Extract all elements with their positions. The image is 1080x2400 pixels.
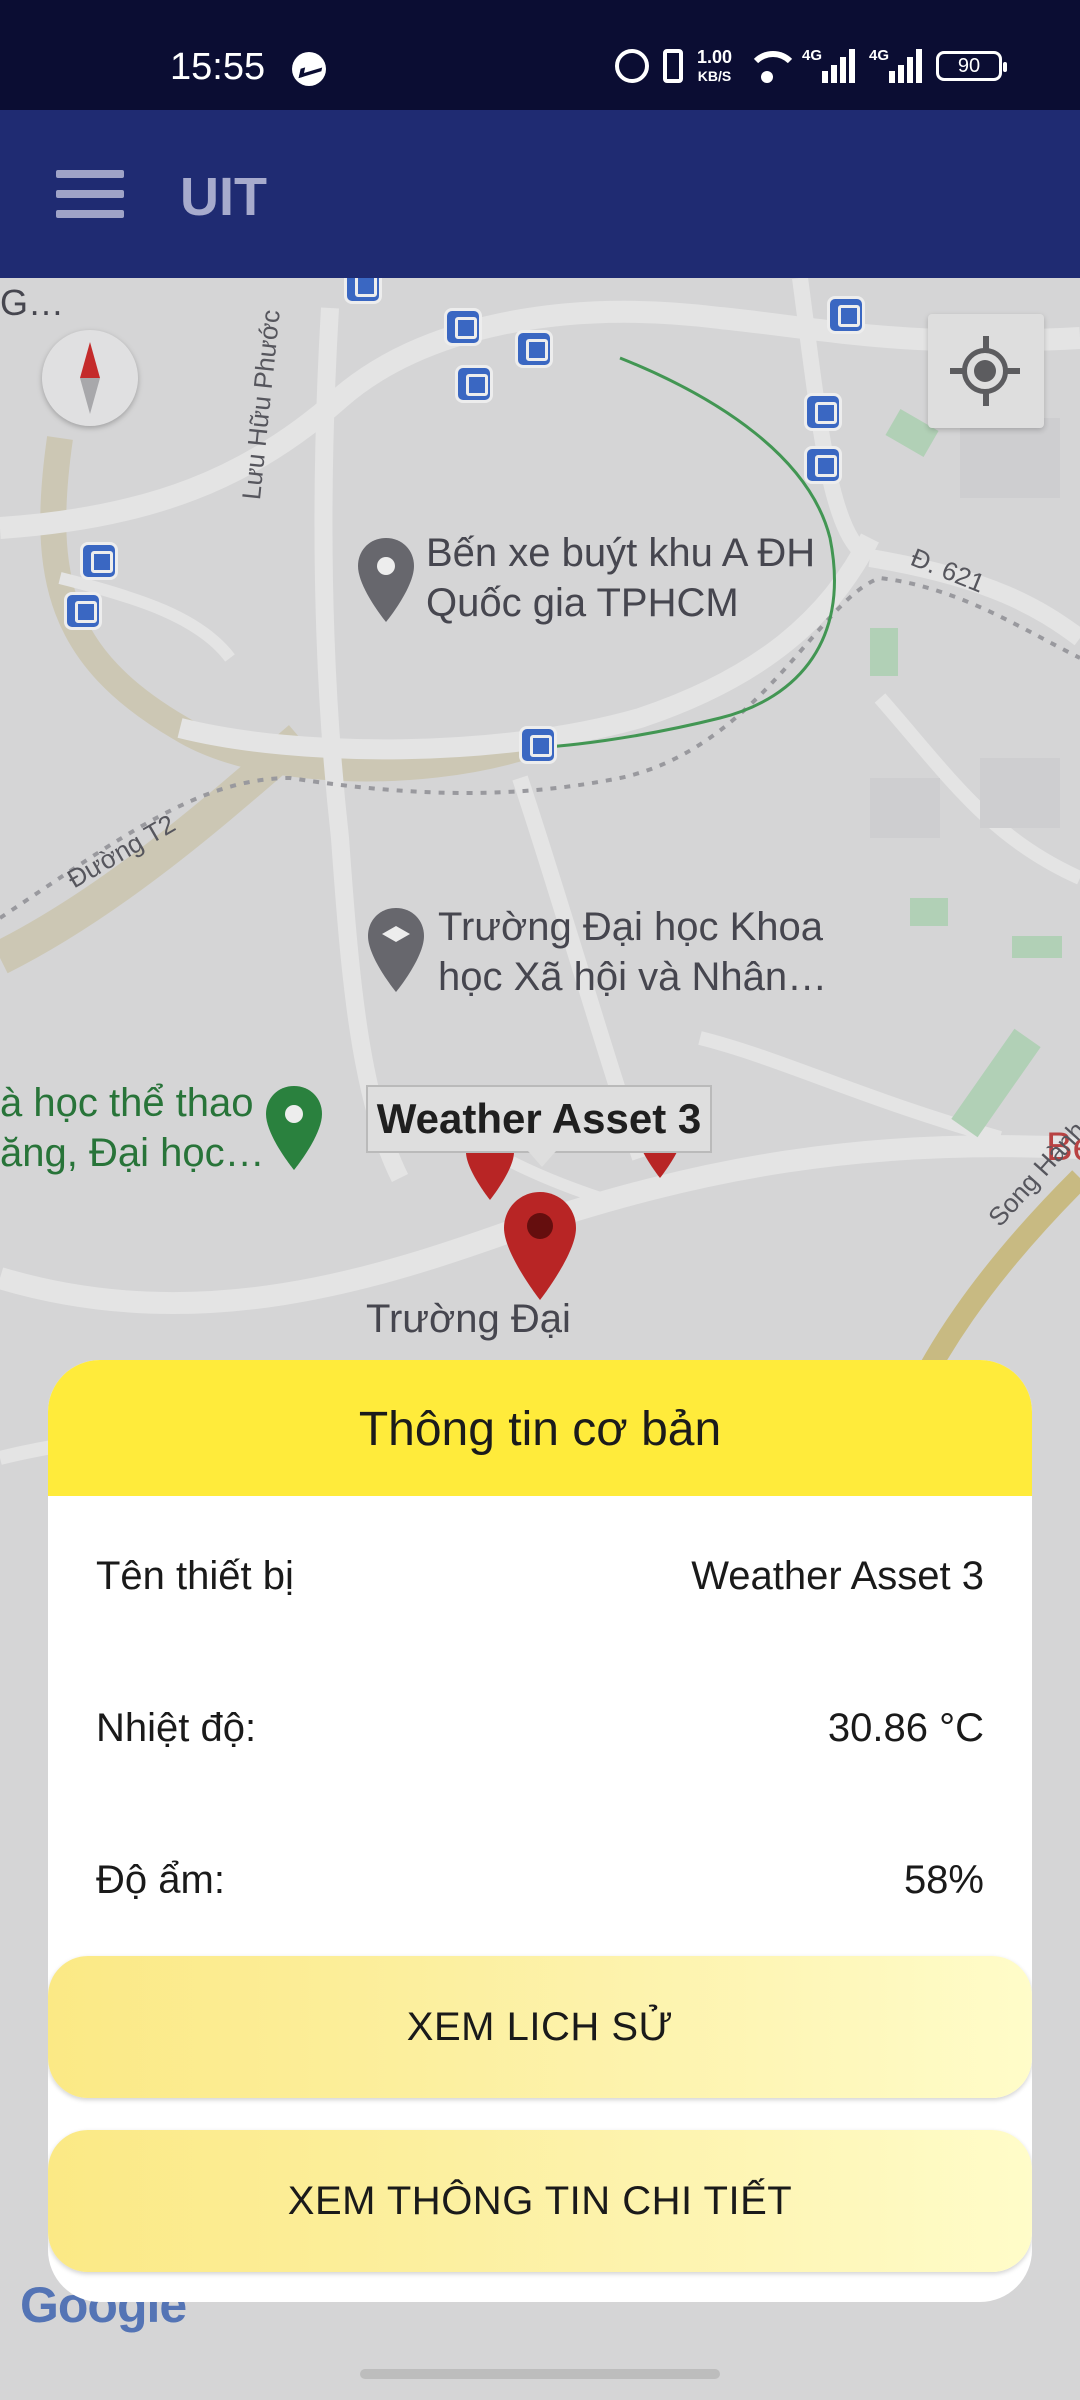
signal-sim2-icon: 4G xyxy=(869,47,922,83)
network-speed-unit: KB/S xyxy=(697,67,732,84)
app-title: UIT xyxy=(180,167,267,227)
sheet-title: Thông tin cơ bản xyxy=(48,1360,1032,1496)
network-speed-value: 1.00 xyxy=(696,46,732,67)
battery-icon: 90 xyxy=(936,51,1007,81)
humidity-value: 58% xyxy=(903,1857,984,1902)
messenger-icon xyxy=(292,52,326,86)
view-details-button[interactable]: XEM THÔNG TIN CHI TIẾT xyxy=(48,2130,1032,2272)
view-history-button[interactable]: XEM LICH SỬ xyxy=(48,1956,1032,2098)
signal-sim1-icon: 4G xyxy=(802,47,855,83)
device-name-row: Tên thiết bị Weather Asset 3 xyxy=(96,1546,984,1606)
sim2-network-type: 4G xyxy=(869,47,890,64)
wifi-icon xyxy=(746,51,800,83)
humidity-label: Độ ẩm: xyxy=(96,1857,225,1902)
alarm-icon xyxy=(614,49,649,83)
device-name-label: Tên thiết bị xyxy=(96,1553,294,1598)
app-bar: UIT xyxy=(0,110,1080,278)
status-bar: 15:55 1.00 KB/S 4G 4G 90 xyxy=(0,0,1080,110)
system-icons: 1.00 KB/S 4G 4G 90 xyxy=(614,44,1007,88)
humidity-row: Độ ẩm: 58% xyxy=(96,1850,984,1910)
network-speed: 1.00 KB/S xyxy=(697,48,732,85)
sim1-network-type: 4G xyxy=(802,47,823,64)
menu-icon[interactable] xyxy=(56,170,124,218)
device-name-value: Weather Asset 3 xyxy=(691,1553,984,1598)
temperature-row: Nhiệt độ: 30.86 °C xyxy=(96,1698,984,1758)
vibrate-icon xyxy=(662,49,683,83)
basic-info-sheet: Thông tin cơ bản Tên thiết bị Weather As… xyxy=(48,1360,1032,2302)
temperature-value: 30.86 °C xyxy=(827,1705,984,1750)
temperature-label: Nhiệt độ: xyxy=(96,1705,257,1750)
status-time: 15:55 xyxy=(170,46,266,88)
gesture-nav-bar[interactable] xyxy=(360,2369,720,2379)
